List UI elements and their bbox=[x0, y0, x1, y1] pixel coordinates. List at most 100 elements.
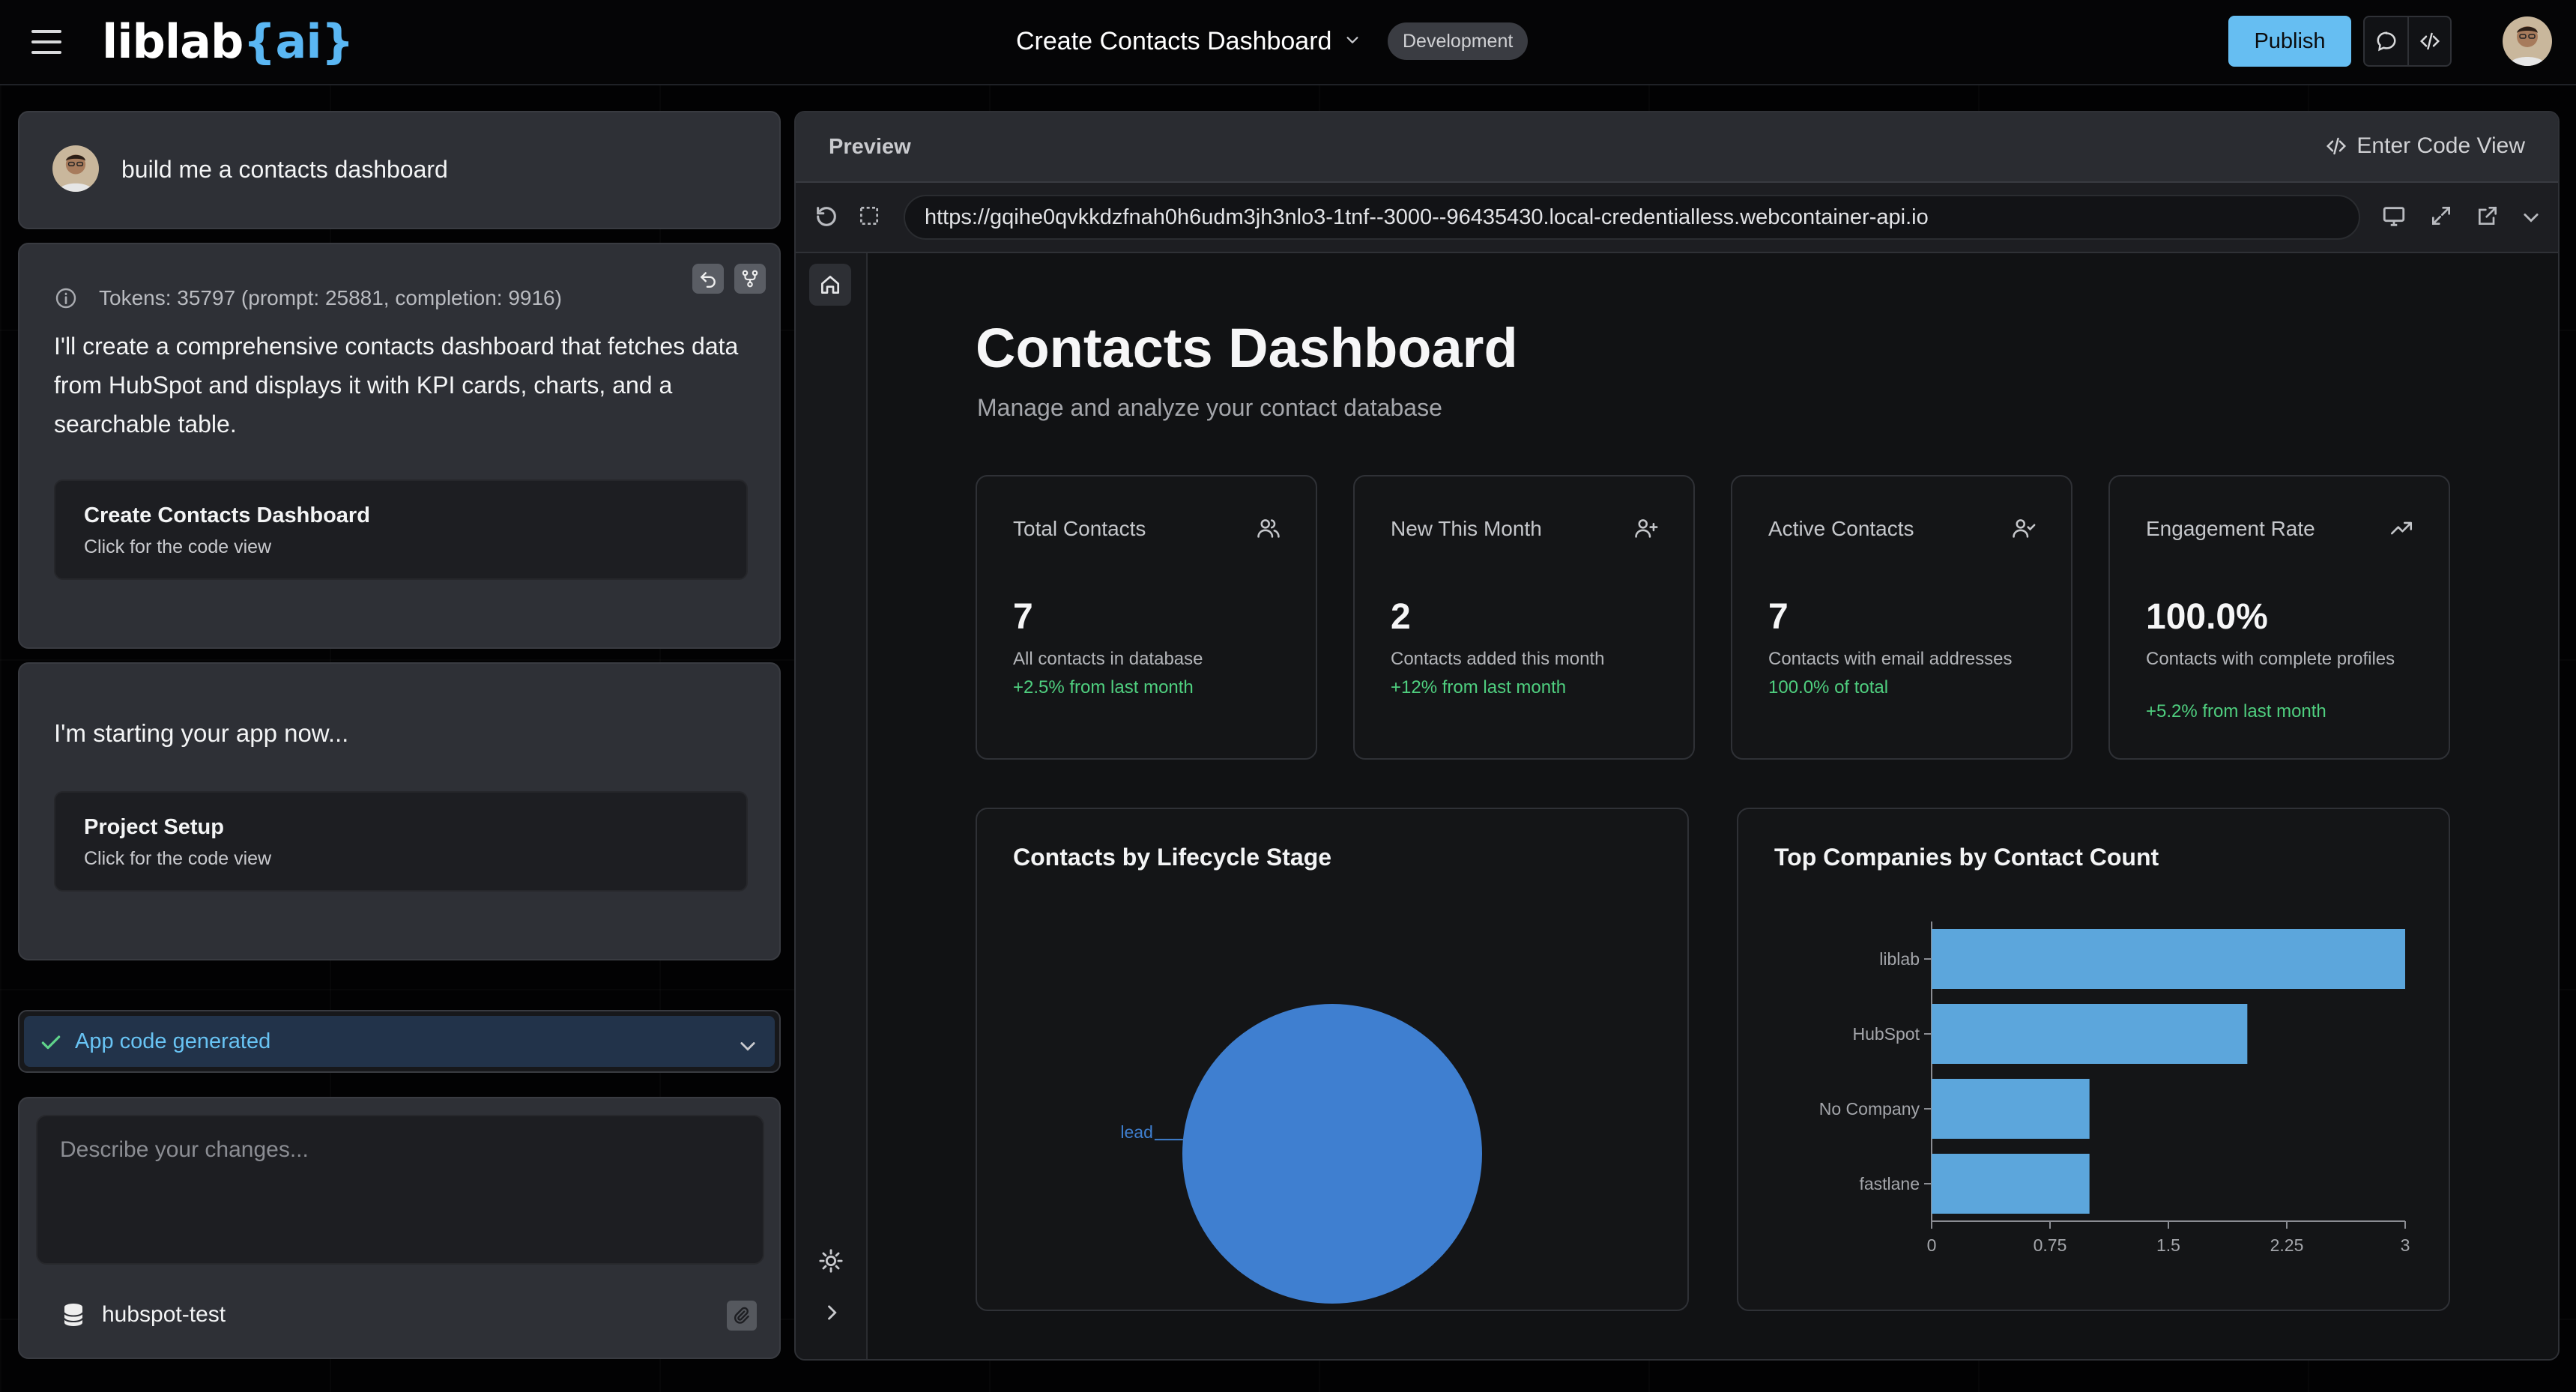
kpi-card-total: Total Contacts 7 All contacts in databas… bbox=[976, 475, 1317, 760]
message-actions bbox=[692, 264, 766, 294]
kpi-card-new: New This Month 2 Contacts added this mon… bbox=[1353, 475, 1695, 760]
url-input[interactable]: https://gqihe0qvkkdzfnah0h6udm3jh3nlo3-1… bbox=[904, 195, 2360, 240]
kpi-card-active: Active Contacts 7 Contacts with email ad… bbox=[1731, 475, 2072, 760]
assistant-message-2: I'm starting your app now... Project Set… bbox=[18, 662, 781, 960]
user-check-icon bbox=[2013, 519, 2036, 538]
fork-icon[interactable] bbox=[734, 264, 766, 294]
database-icon bbox=[63, 1304, 84, 1326]
view-toggle-group bbox=[2363, 16, 2452, 67]
chevron-down-icon[interactable] bbox=[737, 1035, 758, 1056]
kpi-description: All contacts in database bbox=[1013, 649, 1203, 669]
kpi-value: 2 bbox=[1391, 597, 1411, 637]
datasource-label: hubspot-test bbox=[102, 1302, 226, 1327]
kpi-delta: +5.2% from last month bbox=[2146, 701, 2326, 721]
lifecycle-chart-card: Contacts by Lifecycle Stage lead bbox=[976, 808, 1689, 1311]
assistant-message-text: I'll create a comprehensive contacts das… bbox=[54, 333, 739, 438]
kpi-delta: +2.5% from last month bbox=[1013, 677, 1194, 697]
chat-icon[interactable] bbox=[2365, 17, 2407, 65]
kpi-description: Contacts with complete profiles bbox=[2146, 649, 2395, 669]
assistant-message: Tokens: 35797 (prompt: 25881, completion… bbox=[18, 243, 781, 649]
code-icon bbox=[2326, 137, 2347, 155]
kpi-card-engagement: Engagement Rate 100.0% Contacts with com… bbox=[2108, 475, 2450, 760]
kpi-value: 7 bbox=[1013, 597, 1033, 637]
kpi-value: 7 bbox=[1768, 597, 1789, 637]
code-icon[interactable] bbox=[2407, 17, 2450, 65]
prompt-input[interactable] bbox=[36, 1115, 764, 1265]
users-icon bbox=[1257, 519, 1280, 538]
kpi-delta: 100.0% of total bbox=[1768, 677, 1889, 697]
kpi-description: Contacts added this month bbox=[1391, 649, 1605, 669]
y-tick-label: fastlane bbox=[1859, 1174, 1920, 1193]
y-tick-label: No Company bbox=[1819, 1099, 1920, 1119]
preview-side-rail bbox=[796, 253, 868, 1359]
kpi-description: Contacts with email addresses bbox=[1768, 649, 2013, 669]
bar bbox=[1932, 1079, 2090, 1139]
app-preview: Contacts Dashboard Manage and analyze yo… bbox=[868, 253, 2558, 1359]
chart-title: Top Companies by Contact Count bbox=[1774, 844, 2159, 871]
attach-icon[interactable] bbox=[727, 1301, 757, 1331]
select-element-icon[interactable] bbox=[857, 204, 881, 228]
pie-chart: lead bbox=[1120, 1004, 1482, 1304]
generation-status[interactable]: App code generated bbox=[18, 1010, 781, 1073]
y-tick-label: HubSpot bbox=[1852, 1024, 1920, 1044]
project-title[interactable]: Create Contacts Dashboard bbox=[1016, 24, 1331, 58]
user-message: build me a contacts dashboard bbox=[18, 111, 781, 229]
external-link-icon[interactable] bbox=[2476, 204, 2500, 228]
kpi-label: New This Month bbox=[1391, 517, 1542, 540]
pie-slice bbox=[1182, 1004, 1482, 1304]
artifact-title: Create Contacts Dashboard bbox=[84, 503, 370, 527]
artifact-card-setup[interactable]: Project Setup Click for the code view bbox=[54, 791, 748, 892]
reload-icon[interactable] bbox=[814, 204, 839, 229]
chevron-down-icon[interactable] bbox=[1344, 31, 1361, 48]
enter-code-view-button[interactable]: Enter Code View bbox=[2325, 133, 2525, 159]
chevron-right-icon[interactable] bbox=[821, 1302, 842, 1323]
page-title: Contacts Dashboard bbox=[976, 317, 1518, 379]
chart-title: Contacts by Lifecycle Stage bbox=[1013, 844, 1332, 871]
datasource-selector[interactable]: hubspot-test bbox=[60, 1301, 226, 1329]
menu-icon[interactable] bbox=[30, 27, 63, 57]
bar bbox=[1932, 1004, 2248, 1064]
logo[interactable]: liblab{ai} bbox=[102, 12, 354, 72]
page-subtitle: Manage and analyze your contact database bbox=[977, 394, 1442, 421]
code-view-label: Enter Code View bbox=[2356, 133, 2525, 158]
preview-label: Preview bbox=[829, 135, 911, 159]
user-plus-icon bbox=[1635, 519, 1658, 538]
pie-slice-label: lead bbox=[1120, 1122, 1152, 1142]
user-avatar[interactable] bbox=[2503, 16, 2552, 66]
artifact-subtitle: Click for the code view bbox=[84, 848, 272, 869]
chevron-down-icon[interactable] bbox=[2521, 207, 2542, 228]
x-tick-label: 2.25 bbox=[2270, 1235, 2304, 1255]
theme-toggle-icon[interactable] bbox=[818, 1248, 844, 1274]
revert-icon[interactable] bbox=[692, 264, 724, 294]
logo-accent: {ai} bbox=[243, 14, 354, 69]
bar bbox=[1932, 1154, 2090, 1214]
x-tick-label: 1.5 bbox=[2156, 1235, 2180, 1255]
fullscreen-icon[interactable] bbox=[2429, 204, 2453, 228]
publish-button[interactable]: Publish bbox=[2228, 16, 2351, 67]
kpi-label: Active Contacts bbox=[1768, 517, 1914, 540]
status-label: App code generated bbox=[75, 1029, 271, 1053]
preview-header: Preview Enter Code View bbox=[796, 112, 2558, 183]
x-tick-label: 0 bbox=[1927, 1235, 1937, 1255]
environment-badge: Development bbox=[1388, 22, 1529, 60]
artifact-card-dashboard[interactable]: Create Contacts Dashboard Click for the … bbox=[54, 479, 748, 580]
bar-chart: liblab HubSpot No Company fastlane 0 0.75 1.5 2… bbox=[1819, 922, 2410, 1255]
status-strip: App code generated bbox=[24, 1016, 775, 1067]
start-message: I'm starting your app now... bbox=[54, 719, 349, 747]
trending-up-icon bbox=[2390, 521, 2413, 535]
preview-panel: Preview Enter Code View https://gqihe0qv… bbox=[794, 111, 2560, 1361]
y-tick-label: liblab bbox=[1879, 949, 1920, 969]
x-tick-label: 3 bbox=[2401, 1235, 2410, 1255]
kpi-delta: +12% from last month bbox=[1391, 677, 1567, 697]
token-text: Tokens: 35797 (prompt: 25881, completion… bbox=[99, 286, 562, 309]
artifact-subtitle: Click for the code view bbox=[84, 536, 272, 557]
top-bar: liblab{ai} Create Contacts Dashboard Dev… bbox=[0, 0, 2576, 85]
device-icon[interactable] bbox=[2381, 204, 2407, 229]
info-icon bbox=[55, 288, 76, 309]
url-bar: https://gqihe0qvkkdzfnah0h6udm3jh3nlo3-1… bbox=[796, 183, 2558, 253]
avatar bbox=[52, 145, 99, 192]
x-tick-label: 0.75 bbox=[2034, 1235, 2067, 1255]
kpi-label: Total Contacts bbox=[1013, 517, 1146, 540]
home-icon[interactable] bbox=[809, 264, 851, 306]
artifact-title: Project Setup bbox=[84, 815, 224, 839]
